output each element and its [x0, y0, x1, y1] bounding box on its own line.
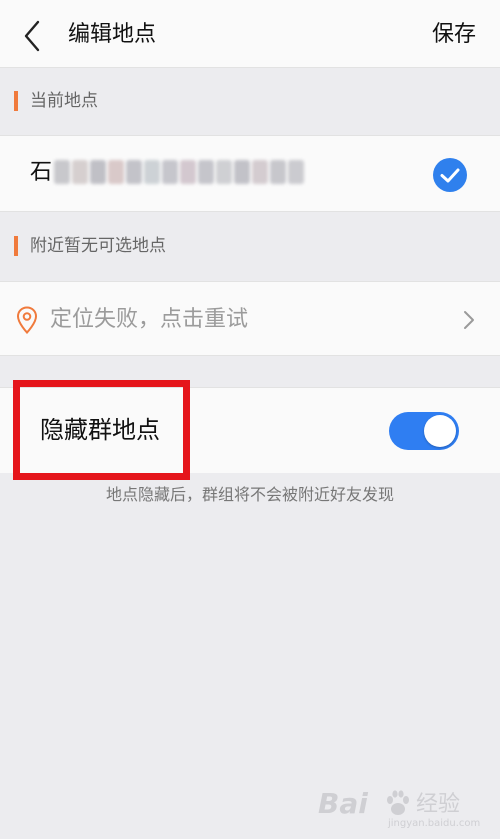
retry-location-text: 定位失败，点击重试 [50, 307, 249, 332]
hide-location-toggle[interactable] [389, 412, 459, 450]
current-location-label: 当前地点 [30, 91, 98, 111]
hide-location-row: 隐藏群地点 [0, 387, 500, 473]
page-title: 编辑地点 [68, 22, 157, 47]
edit-location-screen: 编辑地点 保存 当前地点 石 附近暂无可选地点 定位失败，点击重试 隐藏群地点 … [0, 0, 500, 839]
nearby-location-label: 附近暂无可选地点 [30, 236, 166, 256]
nearby-location-header: 附近暂无可选地点 [0, 229, 500, 263]
back-arrow-icon [24, 20, 40, 52]
chevron-right-icon [464, 311, 474, 329]
retry-location-row[interactable]: 定位失败，点击重试 [0, 281, 500, 356]
baidu-jingyan-watermark: Bai 经验 jingyan.baidu.com [318, 787, 488, 831]
watermark-name: 经验 [416, 792, 461, 817]
section-accent-bar [14, 236, 18, 256]
toggle-knob [424, 415, 456, 447]
top-bar: 编辑地点 保存 [0, 0, 500, 68]
paw-logo-icon [387, 790, 409, 815]
current-location-header: 当前地点 [0, 84, 500, 118]
check-circle-icon [433, 158, 467, 192]
current-location-row[interactable]: 石 [0, 135, 500, 212]
back-button[interactable] [14, 16, 50, 56]
location-pin-icon [16, 306, 38, 334]
section-accent-bar [14, 91, 18, 111]
hide-location-label: 隐藏群地点 [40, 416, 160, 444]
location-redacted-blur [54, 160, 304, 184]
watermark-brand: Bai [318, 787, 368, 820]
current-location-name: 石 [30, 160, 53, 185]
watermark-url: jingyan.baidu.com [388, 818, 481, 829]
hide-location-hint: 地点隐藏后，群组将不会被附近好友发现 [105, 485, 394, 504]
save-button[interactable]: 保存 [432, 20, 476, 50]
